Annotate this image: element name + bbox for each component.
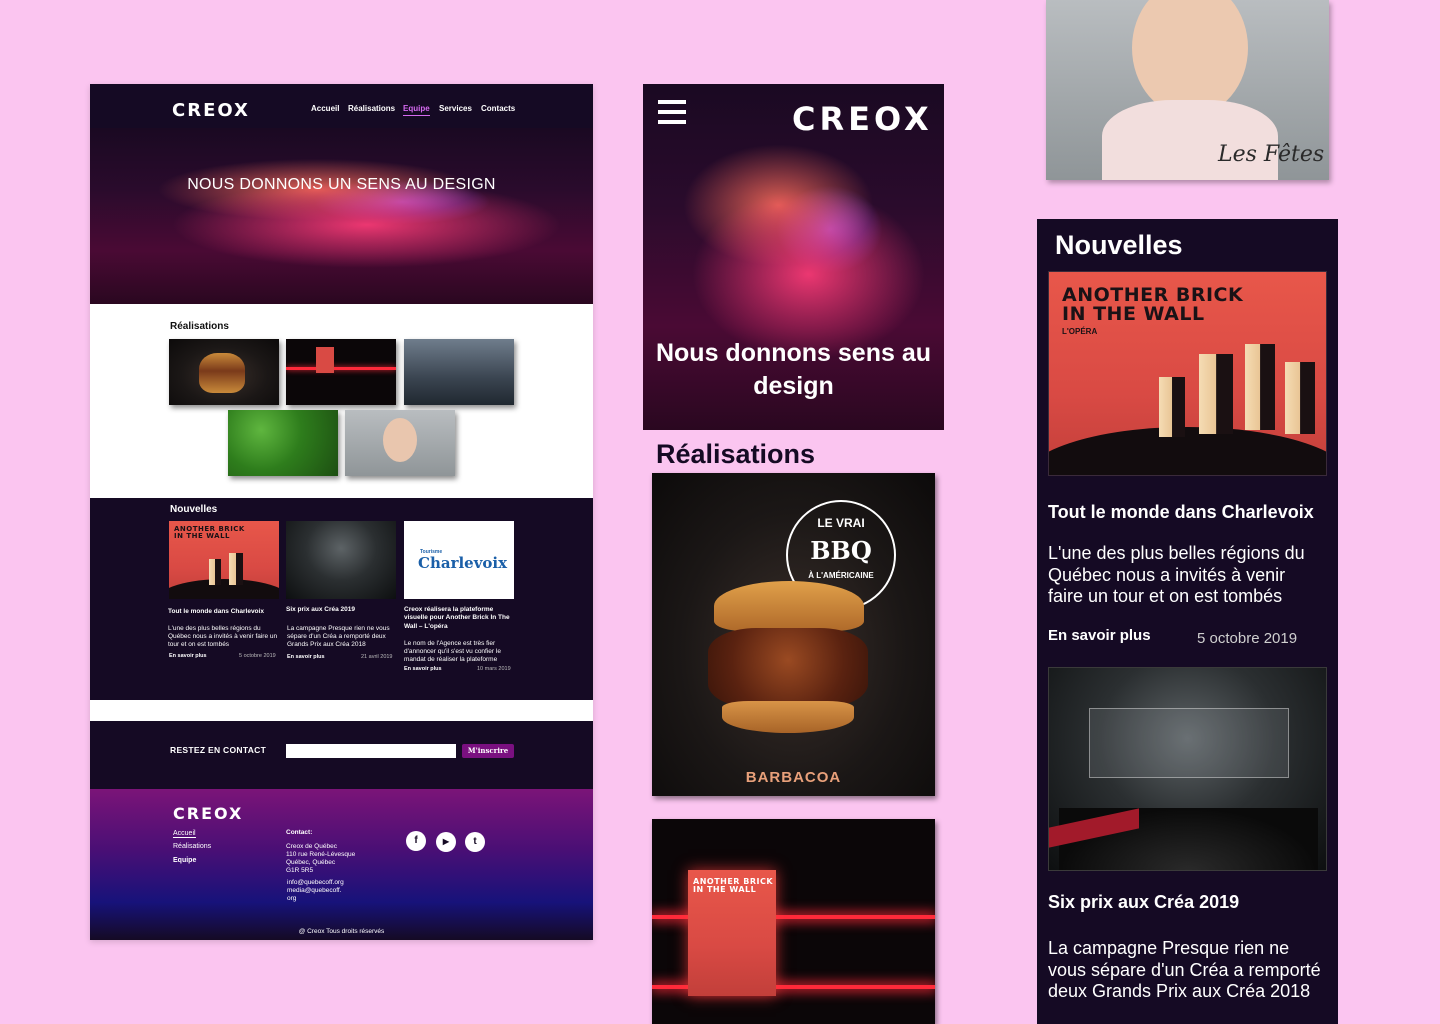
desktop-hero-title: NOUS DONNONS UN SENS AU DESIGN [187, 176, 496, 193]
facebook-icon[interactable]: f [406, 831, 426, 851]
realisation-thumb-tea[interactable] [228, 410, 338, 476]
mobile-realisation-poster[interactable]: ANOTHER BRICK IN THE WALL [652, 819, 935, 1024]
mobile-news-image-theatre[interactable] [1048, 667, 1327, 871]
poster-tower [1245, 344, 1275, 430]
desktop-hero-image [90, 128, 593, 304]
realisation-thumb-poster[interactable] [286, 339, 396, 405]
news-title[interactable]: Six prix aux Créa 2019 [286, 606, 400, 614]
poster-tower [1199, 354, 1233, 434]
poster-in-light: ANOTHER BRICK IN THE WALL [688, 870, 776, 996]
news-read-more[interactable]: En savoir plus [287, 654, 325, 660]
news-title[interactable]: Tout le monde dans Charlevoix [168, 608, 282, 616]
child-portrait-ad[interactable]: Les Fêtes [1046, 0, 1329, 180]
hamburger-menu-icon[interactable] [658, 100, 686, 130]
news-text: Le nom de l'Agence est très fier d'annon… [404, 640, 501, 664]
charlevoix-logo: Charlevoix [418, 554, 508, 572]
red-light-line [286, 367, 396, 370]
desktop-news-heading: Nouvelles [170, 504, 218, 515]
news-read-more[interactable]: En savoir plus [404, 666, 442, 672]
news-text: L'une des plus belles régions du Québec … [168, 625, 278, 649]
barbacoa-label: BARBACOA [745, 769, 842, 786]
mobile-news-date: 5 octobre 2019 [1197, 630, 1298, 647]
news-text: La campagne Presque rien ne vous sépare … [287, 625, 390, 649]
nav-services[interactable]: Services [439, 104, 472, 113]
mobile-news-heading: Nouvelles [1055, 230, 1183, 260]
news-read-more[interactable]: En savoir plus [169, 653, 207, 659]
footer-emails[interactable]: info@quebecoff.org media@quebecoff. org [287, 879, 344, 903]
burger-shape [199, 353, 245, 393]
mobile-news-text: La campagne Presque rien ne vous sépare … [1048, 938, 1321, 1002]
child-face [1132, 0, 1248, 116]
news-image-opera[interactable]: ANOTHER BRICK IN THE WALL [169, 521, 279, 599]
mobile-logo[interactable]: CREOX [792, 100, 933, 138]
mobile-realisation-bbq[interactable]: LE VRAI BBQ À L'AMÉRICAINE BARBACOA [652, 473, 935, 796]
news-image-charlevoix[interactable]: Tourisme Charlevoix [404, 521, 514, 599]
footer-contact-label: Contact: [286, 829, 313, 836]
child-sweater [1102, 100, 1278, 180]
desktop-logo[interactable]: CREOX [172, 100, 250, 121]
mobile-news-image-opera[interactable]: ANOTHER BRICK IN THE WALL L'OPÉRA [1048, 271, 1327, 476]
poster-tower [229, 553, 243, 585]
nav-contacts[interactable]: Contacts [481, 104, 515, 113]
poster-tower [209, 559, 221, 585]
mobile-news-title[interactable]: Tout le monde dans Charlevoix [1048, 502, 1314, 523]
contact-label: RESTEZ EN CONTACT [170, 745, 267, 755]
poster-tower [1285, 362, 1315, 434]
poster-mini [316, 347, 334, 373]
mobile-realisations-heading: Réalisations [656, 439, 816, 469]
burger-top-bun [714, 581, 864, 631]
mobile-news-read-more[interactable]: En savoir plus [1048, 627, 1151, 644]
poster-hill [169, 579, 279, 599]
realisation-thumb-child[interactable] [345, 410, 455, 476]
desktop-navbar [90, 84, 593, 128]
realisation-thumb-billboard[interactable] [404, 339, 514, 405]
news-title[interactable]: Creox réalisera la plateforme visuelle p… [404, 606, 518, 631]
nav-realisations[interactable]: Réalisations [348, 104, 395, 113]
poster-hill [1049, 427, 1326, 475]
burger-bottom-bun [722, 701, 854, 733]
realisations-heading: Réalisations [170, 321, 229, 332]
footer-address: Creox de Québec 110 rue René-Lévesque Qu… [286, 843, 356, 875]
realisation-thumb-bbq[interactable] [169, 339, 279, 405]
news-image-theatre[interactable] [286, 521, 396, 599]
poster-title: ANOTHER BRICK IN THE WALL [174, 525, 245, 540]
footer-logo[interactable]: CREOX [173, 804, 243, 823]
glass-box [1089, 708, 1289, 778]
subscribe-button[interactable]: M'inscrire [462, 744, 514, 758]
mobile-hero-title: Nous donnons sens au design [655, 339, 932, 400]
desktop-mockup: CREOX Accueil Réalisations Equipe Servic… [90, 84, 593, 940]
burger-meat [708, 628, 868, 708]
news-date: 5 octobre 2019 [239, 653, 276, 659]
fetes-logo: Les Fêtes [1218, 142, 1325, 167]
twitter-icon[interactable]: t [465, 832, 485, 852]
mobile-news-text: L'une des plus belles régions du Québec … [1048, 543, 1305, 607]
footer-link-equipe[interactable]: Equipe [173, 857, 196, 864]
footer-link-realisations[interactable]: Réalisations [173, 843, 211, 850]
mobile-news-title[interactable]: Six prix aux Créa 2019 [1048, 892, 1239, 913]
footer-link-accueil[interactable]: Accueil [173, 830, 196, 838]
email-input[interactable] [286, 744, 456, 758]
nav-equipe[interactable]: Equipe [403, 104, 430, 116]
poster-tower [1159, 377, 1185, 437]
copyright: @ Creox Tous droits réservés [298, 928, 385, 935]
youtube-icon[interactable]: ▶ [436, 832, 456, 852]
news-date: 21 avril 2019 [361, 654, 393, 660]
child-face [383, 418, 417, 462]
nav-accueil[interactable]: Accueil [311, 104, 339, 113]
news-date: 10 mars 2019 [477, 666, 511, 672]
